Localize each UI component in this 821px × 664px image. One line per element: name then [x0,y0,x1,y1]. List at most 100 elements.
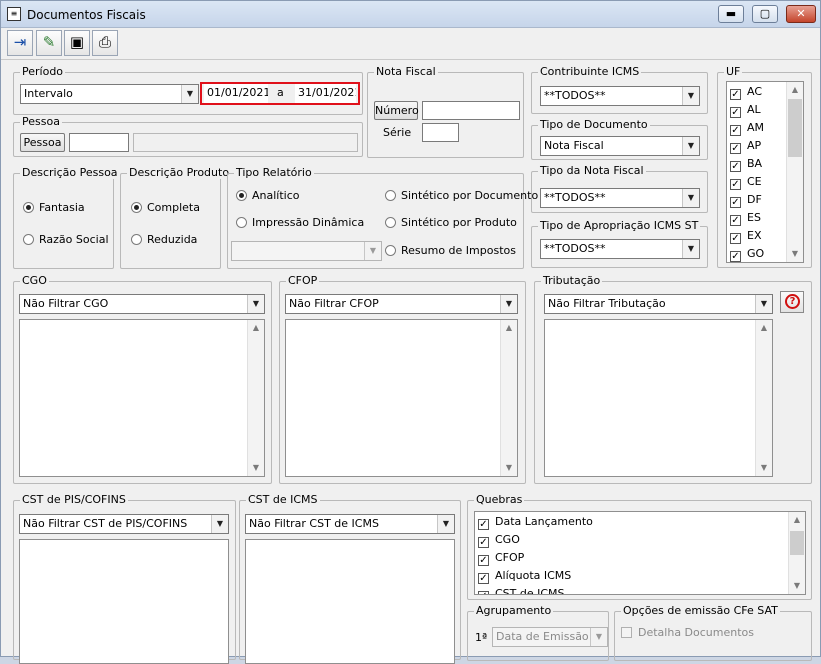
tributacao-group: Tributação Não Filtrar Tributação ▼ ▲ ▼ [534,274,812,484]
radio-sintetico-documento[interactable]: Sintético por Documento [385,189,538,202]
scroll-up-icon[interactable]: ▲ [789,512,805,528]
quebras-listbox[interactable]: ✓Data Lançamento✓CGO✓CFOP✓Alíquota ICMS✓… [474,511,806,595]
cfop-scrollbar[interactable]: ▲ ▼ [500,320,517,476]
uf-item[interactable]: ✓ EX [730,227,762,245]
pessoa-group: Pessoa Pessoa [13,115,363,157]
periodo-mode-select[interactable]: Intervalo ▼ [20,84,199,104]
toolbar-divider [1,59,820,60]
quebra-item[interactable]: ✓ CGO [478,531,520,549]
radio-reduzida-label: Reduzida [147,233,198,246]
cst-icms-listbox[interactable] [245,539,455,664]
tributacao-legend: Tributação [541,274,603,287]
cst-icms-select[interactable]: Não Filtrar CST de ICMS ▼ [245,514,455,534]
close-button[interactable]: ✕ [786,5,816,23]
pessoa-code-input[interactable] [69,133,129,152]
chevron-down-icon: ▼ [590,628,607,646]
uf-scroll-thumb[interactable] [788,99,802,157]
quebra-item[interactable]: ✓ Data Lançamento [478,513,593,531]
desc-pessoa-legend: Descrição Pessoa [20,166,120,179]
window-title: Documentos Fiscais [27,8,146,22]
tributacao-scrollbar[interactable]: ▲ ▼ [755,320,772,476]
quebras-scroll-thumb[interactable] [790,531,804,555]
checkbox-empty-icon [621,627,632,638]
tributacao-select[interactable]: Não Filtrar Tributação ▼ [544,294,773,314]
tributacao-listbox[interactable]: ▲ ▼ [544,319,773,477]
cfop-value: Não Filtrar CFOP [289,297,379,310]
save-button[interactable]: ▣ [64,30,90,56]
uf-item[interactable]: ✓ AM [730,119,764,137]
minimize-button[interactable]: ▬ [718,5,744,23]
uf-item[interactable]: ✓ BA [730,155,762,173]
uf-item[interactable]: ✓ AC [730,83,762,101]
scroll-up-icon[interactable]: ▲ [501,320,517,336]
scroll-down-icon[interactable]: ▼ [756,460,772,476]
radio-sintetico-produto[interactable]: Sintético por Produto [385,216,517,229]
quebras-scrollbar[interactable]: ▲ ▼ [788,512,805,594]
chevron-down-icon: ▼ [682,87,699,105]
radio-reduzida[interactable]: Reduzida [131,233,197,246]
tipo-relatorio-group: Tipo Relatório Analítico Impressão Dinâm… [227,166,538,269]
scroll-down-icon[interactable]: ▼ [501,460,517,476]
uf-item[interactable]: ✓ AL [730,101,761,119]
cgo-legend: CGO [20,274,49,287]
contribuinte-select[interactable]: **TODOS** ▼ [540,86,700,106]
serie-input[interactable] [422,123,459,142]
numero-input[interactable] [422,101,520,120]
radio-fantasia[interactable]: Fantasia [23,201,85,214]
detalha-documentos-label: Detalha Documentos [638,626,755,639]
agrupamento-select: Data de Emissão ▼ [492,627,608,647]
radio-completa[interactable]: Completa [131,201,200,214]
print-button[interactable]: ⎙ [92,30,118,56]
quebra-item[interactable]: ✓ CFOP [478,549,524,567]
radio-impressao-dinamica[interactable]: Impressão Dinâmica [236,216,364,229]
checkbox-checked-icon: ✓ [730,251,741,262]
cfop-group: CFOP Não Filtrar CFOP ▼ ▲ ▼ [279,274,526,484]
quebra-item[interactable]: ✓ CST de ICMS [478,585,565,594]
tipo-nota-select[interactable]: **TODOS** ▼ [540,188,700,208]
checkbox-checked-icon: ✓ [730,107,741,118]
apropriacao-select[interactable]: **TODOS** ▼ [540,239,700,259]
clear-button[interactable]: ✎ [36,30,62,56]
scroll-up-icon[interactable]: ▲ [248,320,264,336]
cst-pis-listbox[interactable] [19,539,229,664]
quebra-item[interactable]: ✓ Alíquota ICMS [478,567,571,585]
radio-analitico[interactable]: Analítico [236,189,300,202]
scroll-down-icon[interactable]: ▼ [787,246,803,262]
uf-scrollbar[interactable]: ▲ ▼ [786,82,803,262]
cgo-value: Não Filtrar CGO [23,297,109,310]
uf-item-label: CE [747,175,762,188]
tributacao-help-button[interactable]: ? [780,291,804,313]
uf-item[interactable]: ✓ AP [730,137,761,155]
cgo-listbox[interactable]: ▲ ▼ [19,319,265,477]
cgo-scrollbar[interactable]: ▲ ▼ [247,320,264,476]
radio-resumo-impostos[interactable]: Resumo de Impostos [385,244,516,257]
radio-razao-social[interactable]: Razão Social [23,233,109,246]
cfe-sat-legend: Opções de emissão CFe SAT [621,604,780,617]
uf-legend: UF [724,65,743,78]
scroll-down-icon[interactable]: ▼ [789,578,805,594]
exit-button[interactable]: ⇥ [7,30,33,56]
checkbox-checked-icon: ✓ [730,161,741,172]
numero-button[interactable]: Número [374,101,419,120]
uf-item-label: AM [747,121,765,134]
uf-item-label: AC [747,85,763,98]
pessoa-button[interactable]: Pessoa [20,133,65,152]
apropriacao-value: **TODOS** [544,242,606,255]
cfop-listbox[interactable]: ▲ ▼ [285,319,518,477]
uf-item[interactable]: ✓ GO [730,245,764,262]
cgo-select[interactable]: Não Filtrar CGO ▼ [19,294,265,314]
uf-item[interactable]: ✓ CE [730,173,762,191]
cfop-select[interactable]: Não Filtrar CFOP ▼ [285,294,518,314]
scroll-up-icon[interactable]: ▲ [787,82,803,98]
scroll-up-icon[interactable]: ▲ [756,320,772,336]
tributacao-value: Não Filtrar Tributação [548,297,666,310]
cst-pis-select[interactable]: Não Filtrar CST de PIS/COFINS ▼ [19,514,229,534]
maximize-button[interactable]: ▢ [752,5,778,23]
uf-item[interactable]: ✓ ES [730,209,761,227]
scroll-down-icon[interactable]: ▼ [248,460,264,476]
uf-listbox[interactable]: ✓ AC ✓ AL ✓ AM ✓ AP ✓ BA ✓ CE ✓ DF ✓ ES ✓ EX ✓ GO ▲ ▼ [726,81,804,263]
uf-item[interactable]: ✓ DF [730,191,762,209]
detalha-documentos-checkbox[interactable]: Detalha Documentos [621,624,754,642]
nota-fiscal-legend: Nota Fiscal [374,65,438,78]
tipo-documento-select[interactable]: Nota Fiscal ▼ [540,136,700,156]
